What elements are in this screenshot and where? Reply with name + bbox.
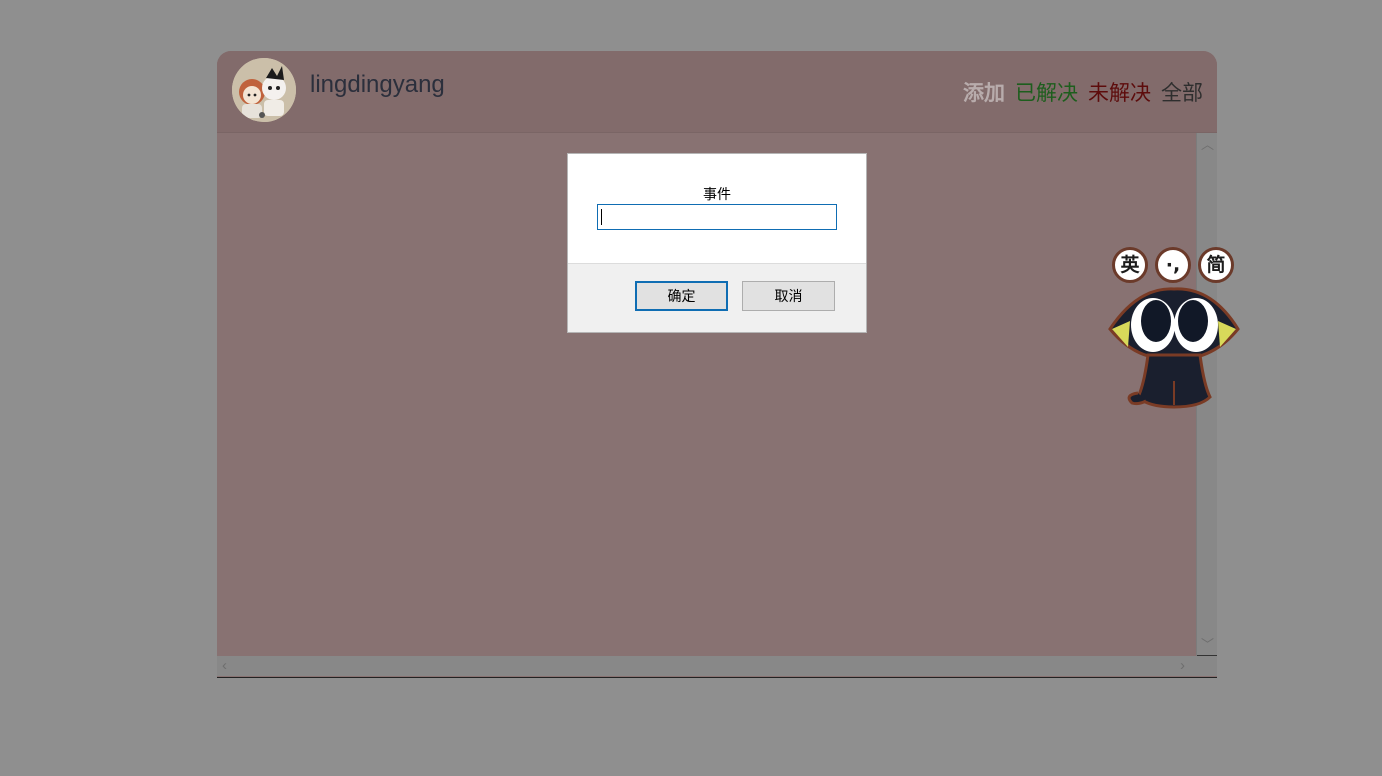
horizontal-scrollbar[interactable]: ‹ › [217, 656, 1217, 676]
cancel-button[interactable]: 取消 [742, 281, 835, 311]
avatar[interactable] [232, 58, 296, 122]
dialog-footer: 确定 取消 [568, 263, 866, 332]
ime-toolbar: 英 ·, 简 [1108, 247, 1240, 409]
nav-unsolved-link[interactable]: 未解决 [1088, 79, 1151, 107]
text-caret [601, 209, 602, 225]
scroll-down-icon[interactable]: ﹀ [1201, 634, 1214, 653]
avatar-image [232, 58, 296, 122]
dialog-body: 事件 [568, 154, 866, 263]
app-window: lingdingyang 添加 已解决 未解决 全部 ︿ ﹀ ‹ › [217, 51, 1217, 678]
nav-solved-link[interactable]: 已解决 [1015, 79, 1078, 107]
app-header: lingdingyang 添加 已解决 未解决 全部 [217, 51, 1217, 133]
event-input[interactable] [597, 204, 837, 230]
nav-links: 添加 已解决 未解决 全部 [963, 79, 1203, 107]
ime-punctuation-toggle[interactable]: ·, [1155, 247, 1191, 283]
cat-mascot-icon[interactable] [1108, 285, 1240, 409]
username: lingdingyang [310, 71, 445, 98]
scroll-up-icon[interactable]: ︿ [1201, 134, 1214, 153]
ime-english-toggle[interactable]: 英 [1112, 247, 1148, 283]
scroll-right-icon[interactable]: › [1180, 657, 1185, 674]
confirm-button[interactable]: 确定 [635, 281, 728, 311]
dialog-label: 事件 [703, 187, 731, 203]
ime-simplified-toggle[interactable]: 简 [1198, 247, 1234, 283]
nav-add-link[interactable]: 添加 [963, 79, 1005, 107]
scroll-left-icon[interactable]: ‹ [222, 657, 227, 674]
nav-all-link[interactable]: 全部 [1161, 79, 1203, 107]
screen: lingdingyang 添加 已解决 未解决 全部 ︿ ﹀ ‹ › 事件 确定 [0, 0, 1382, 776]
prompt-dialog: 事件 确定 取消 [567, 153, 867, 333]
